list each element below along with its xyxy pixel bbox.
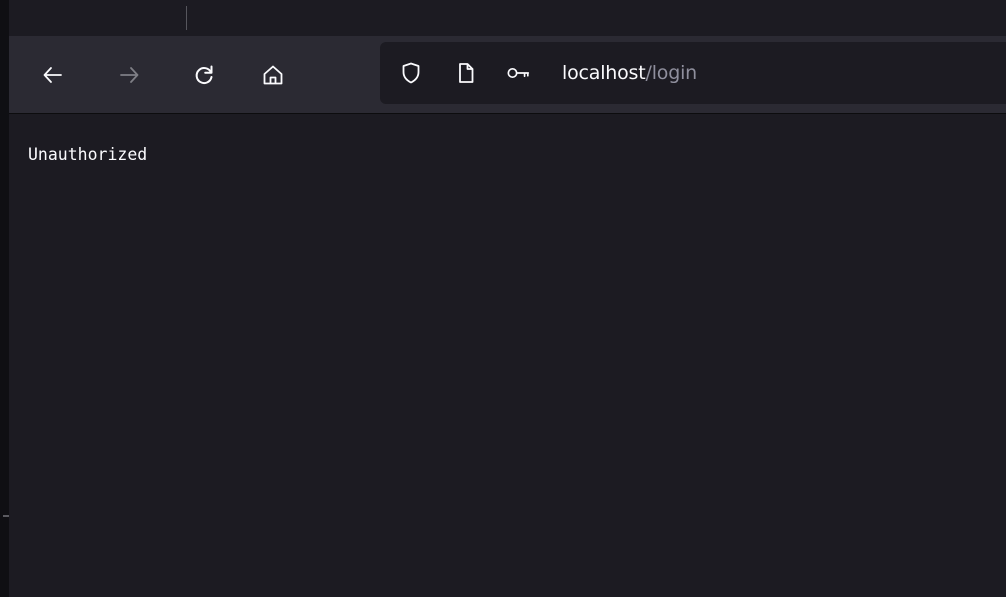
page-icon[interactable] — [453, 60, 479, 86]
shield-icon[interactable] — [398, 60, 424, 86]
arrow-left-icon — [43, 67, 62, 83]
reload-icon — [195, 65, 213, 84]
key-icon[interactable] — [506, 60, 532, 86]
navigation-toolbar: localhost/login — [9, 36, 1006, 114]
tab-divider — [186, 6, 187, 30]
home-icon — [263, 65, 283, 85]
url-path: /login — [645, 62, 698, 84]
arrow-right-icon — [120, 67, 139, 83]
url-host: localhost — [562, 62, 646, 84]
address-bar[interactable]: localhost/login — [380, 42, 1006, 104]
tab-strip — [9, 0, 1006, 36]
page-body-text: Unauthorized — [28, 145, 148, 164]
back-button[interactable] — [35, 57, 71, 93]
page-content: Unauthorized — [9, 114, 1006, 597]
window-left-edge — [0, 0, 9, 597]
url-text[interactable]: localhost/login — [562, 60, 697, 86]
reload-button[interactable] — [186, 57, 222, 93]
home-button[interactable] — [255, 57, 291, 93]
forward-button[interactable] — [111, 57, 147, 93]
browser-window: localhost/login Unauthorized — [0, 0, 1006, 597]
